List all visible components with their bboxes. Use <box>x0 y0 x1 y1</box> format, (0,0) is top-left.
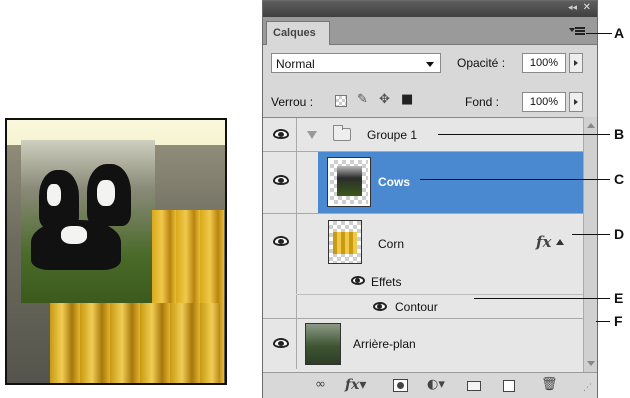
layer-list: Groupe 1 Cows Corn fx Effets Contour Arr… <box>263 117 583 372</box>
lock-transparency-icon[interactable] <box>335 95 347 107</box>
eye-icon[interactable] <box>273 236 289 246</box>
blend-mode-dropdown[interactable]: Normal <box>271 53 441 73</box>
lock-pixels-brush-icon[interactable]: ✎ <box>357 92 368 107</box>
layer-thumbnail <box>305 323 341 365</box>
callout-c: C <box>614 171 625 187</box>
eye-icon[interactable] <box>273 175 289 185</box>
effects-row[interactable]: Effets <box>263 270 583 294</box>
eye-icon[interactable] <box>273 338 289 348</box>
opacity-label: Opacité : <box>457 56 506 70</box>
blend-mode-value: Normal <box>276 57 315 71</box>
collapse-icon[interactable]: ◂◂ <box>568 3 577 13</box>
layer-row-cows[interactable]: Cows <box>263 152 583 214</box>
lock-position-move-icon[interactable]: ✥ <box>379 92 390 107</box>
effect-name: Contour <box>395 300 438 314</box>
fill-input[interactable]: 100% <box>522 92 566 112</box>
effects-toggle-icon[interactable] <box>556 239 564 245</box>
fill-label: Fond : <box>465 95 500 109</box>
scroll-up-icon[interactable] <box>587 123 595 128</box>
layer-name: Corn <box>378 237 405 251</box>
layer-row-corn[interactable]: Corn fx <box>263 214 583 270</box>
visibility-cell[interactable] <box>263 319 297 369</box>
lock-options: ✎ ✥ ■ <box>335 92 435 110</box>
folder-icon <box>333 125 351 141</box>
layer-name: Groupe 1 <box>367 128 418 142</box>
eye-icon[interactable] <box>373 302 387 311</box>
callout-line-b <box>438 134 610 135</box>
composite-image <box>5 118 227 385</box>
resize-grip-icon[interactable]: ⋰ <box>583 383 592 393</box>
visibility-cell[interactable] <box>263 152 297 213</box>
layer-row-background[interactable]: Arrière-plan <box>263 319 583 369</box>
effects-label: Effets <box>371 275 402 289</box>
chevron-down-icon <box>426 62 434 67</box>
close-icon[interactable]: ✕ <box>583 2 591 13</box>
trash-icon[interactable]: 🗑 <box>541 377 558 392</box>
callout-line-e <box>474 298 610 299</box>
adjustment-icon[interactable]: ◐▾ <box>427 377 445 392</box>
visibility-cell[interactable] <box>263 214 297 270</box>
callout-line-c <box>420 179 610 180</box>
eye-icon[interactable] <box>351 276 365 285</box>
tab-row: Calques <box>263 17 597 45</box>
cows-photo <box>21 140 155 303</box>
tab-layers[interactable]: Calques <box>266 21 330 45</box>
visibility-cell <box>263 295 297 318</box>
mask-icon[interactable] <box>393 379 408 392</box>
lock-all-padlock-icon[interactable]: ■ <box>401 92 413 107</box>
layer-name: Cows <box>378 175 411 189</box>
eye-icon[interactable] <box>273 129 289 139</box>
callout-b: B <box>614 126 625 142</box>
callout-line-d <box>572 234 610 235</box>
fx-icon[interactable]: fx <box>536 233 551 251</box>
lock-label: Verrou : <box>271 95 314 109</box>
opacity-input[interactable]: 100% <box>522 53 566 73</box>
layer-name: Arrière-plan <box>353 337 416 351</box>
corn-photo-bottom <box>50 303 220 383</box>
panel-bottom-bar: ∞ fx▾ ◐▾ 🗑 ⋰ <box>263 372 597 398</box>
scrollbar[interactable] <box>583 117 597 372</box>
link-icon[interactable]: ∞ <box>315 377 326 392</box>
layer-row-group[interactable]: Groupe 1 <box>263 118 583 152</box>
callout-line-f <box>596 321 610 322</box>
opacity-slider-toggle[interactable] <box>569 53 583 73</box>
fill-slider-toggle[interactable] <box>569 92 583 112</box>
expand-arrow-icon[interactable] <box>307 131 317 139</box>
callout-d: D <box>614 226 625 242</box>
layers-panel: ◂◂ ✕ Calques Normal Opacité : 100% Verro… <box>262 0 598 398</box>
layer-thumbnail <box>328 220 362 264</box>
new-layer-icon[interactable] <box>503 380 515 392</box>
callout-e: E <box>614 290 624 306</box>
callout-f: F <box>614 313 623 329</box>
visibility-cell <box>263 270 297 294</box>
visibility-cell[interactable] <box>263 118 297 151</box>
layer-thumbnail <box>327 157 371 207</box>
folder-icon[interactable] <box>467 381 481 391</box>
callout-line-a <box>586 33 612 34</box>
fx-icon[interactable]: fx▾ <box>345 377 366 393</box>
panel-menu-icon[interactable] <box>569 25 585 37</box>
scroll-down-icon[interactable] <box>587 361 595 366</box>
panel-titlebar[interactable]: ◂◂ ✕ <box>263 1 597 17</box>
callout-a: A <box>614 25 625 41</box>
